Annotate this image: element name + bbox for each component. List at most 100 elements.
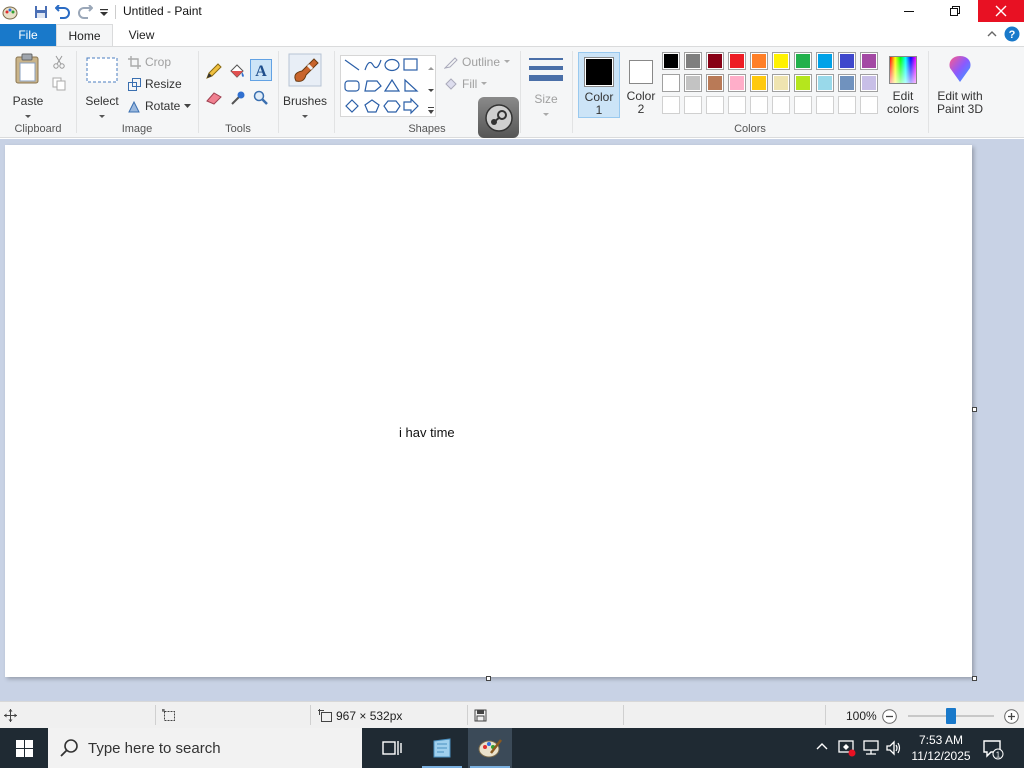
shape-line-icon[interactable] xyxy=(344,59,360,71)
palette-custom-swatch[interactable] xyxy=(860,96,878,114)
customize-toolbar-icon[interactable] xyxy=(96,4,112,20)
palette-swatch[interactable] xyxy=(750,74,768,92)
palette-swatch[interactable] xyxy=(838,74,856,92)
rotate-button[interactable]: Rotate xyxy=(128,99,192,113)
brushes-button[interactable]: Brushes xyxy=(282,51,328,118)
security-alert-icon[interactable] xyxy=(838,739,856,760)
fill-button[interactable]: Fill xyxy=(444,77,488,91)
palette-custom-swatch[interactable] xyxy=(772,96,790,114)
shape-right-triangle-icon[interactable] xyxy=(404,78,419,92)
palette-custom-swatch[interactable] xyxy=(684,96,702,114)
size-button[interactable]: Size xyxy=(526,53,566,117)
palette-custom-swatch[interactable] xyxy=(728,96,746,114)
pencil-icon[interactable] xyxy=(205,62,223,83)
color1-button[interactable]: Color 1 xyxy=(578,52,620,118)
palette-swatch[interactable] xyxy=(772,52,790,70)
resize-button[interactable]: Resize xyxy=(128,77,182,91)
eraser-icon[interactable] xyxy=(205,91,223,108)
resize-handle-corner[interactable] xyxy=(972,676,977,681)
shapes-expand-icon[interactable] xyxy=(428,104,434,118)
canvas-text[interactable]: i hav time xyxy=(399,425,455,440)
resize-handle-right[interactable] xyxy=(972,407,977,412)
palette-custom-swatch[interactable] xyxy=(794,96,812,114)
shape-polygon-icon[interactable] xyxy=(364,80,382,92)
minimize-button[interactable] xyxy=(886,0,932,22)
taskbar-app-notepad[interactable] xyxy=(420,728,464,768)
taskbar-search-box[interactable]: Type here to search xyxy=(48,728,362,768)
palette-swatch[interactable] xyxy=(772,74,790,92)
palette-swatch[interactable] xyxy=(794,52,812,70)
shape-triangle-icon[interactable] xyxy=(383,78,401,92)
select-button[interactable]: Select xyxy=(82,51,122,118)
copy-icon[interactable] xyxy=(52,77,66,94)
palette-swatch[interactable] xyxy=(706,74,724,92)
magnifier-icon[interactable] xyxy=(253,90,269,109)
tab-file[interactable]: File xyxy=(0,24,56,46)
cut-icon[interactable] xyxy=(52,55,66,72)
shape-curve-icon[interactable] xyxy=(364,59,382,71)
zoom-out-button[interactable] xyxy=(882,709,897,727)
palette-swatch[interactable] xyxy=(662,52,680,70)
color2-button[interactable]: Color 2 xyxy=(622,52,660,118)
zoom-slider[interactable] xyxy=(908,708,994,724)
redo-icon[interactable] xyxy=(77,4,93,20)
paint-app-icon[interactable] xyxy=(2,4,18,20)
zoom-slider-thumb[interactable] xyxy=(946,708,956,724)
edit-colors-button[interactable]: Edit colors xyxy=(884,52,922,118)
palette-swatch[interactable] xyxy=(816,52,834,70)
palette-swatch[interactable] xyxy=(750,52,768,70)
shape-diamond-icon[interactable] xyxy=(345,99,359,113)
shapes-scroll-up-icon[interactable] xyxy=(428,60,434,74)
edit-with-paint3d-button[interactable]: Edit with Paint 3D xyxy=(932,52,988,118)
zoom-in-button[interactable] xyxy=(1004,709,1019,727)
color-picker-icon[interactable] xyxy=(230,90,246,109)
show-hidden-icons-icon[interactable] xyxy=(815,740,829,757)
tab-home[interactable]: Home xyxy=(56,24,113,46)
palette-swatch[interactable] xyxy=(728,52,746,70)
palette-custom-swatch[interactable] xyxy=(706,96,724,114)
taskbar-app-paint[interactable] xyxy=(468,728,512,768)
palette-swatch[interactable] xyxy=(860,52,878,70)
palette-swatch[interactable] xyxy=(794,74,812,92)
taskbar-clock[interactable]: 7:53 AM 11/12/2025 xyxy=(908,732,974,764)
shape-rectangle-icon[interactable] xyxy=(403,58,418,71)
shapes-scroll-down-icon[interactable] xyxy=(428,82,434,96)
palette-swatch[interactable] xyxy=(728,74,746,92)
drawing-canvas[interactable]: i hav time xyxy=(5,145,972,677)
network-icon[interactable] xyxy=(862,739,880,760)
paste-button[interactable]: Paste xyxy=(8,51,48,118)
shape-rounded-rectangle-icon[interactable] xyxy=(344,80,360,92)
fill-bucket-icon[interactable] xyxy=(228,62,246,83)
collapse-ribbon-icon[interactable] xyxy=(986,28,998,43)
tab-view[interactable]: View xyxy=(113,24,170,46)
resize-handle-bottom[interactable] xyxy=(486,676,491,681)
palette-custom-swatch[interactable] xyxy=(750,96,768,114)
shape-hexagon-icon[interactable] xyxy=(383,100,401,113)
shape-arrow-icon[interactable] xyxy=(403,97,419,115)
palette-swatch[interactable] xyxy=(816,74,834,92)
palette-swatch[interactable] xyxy=(684,52,702,70)
palette-custom-swatch[interactable] xyxy=(816,96,834,114)
palette-swatch[interactable] xyxy=(684,74,702,92)
task-view-button[interactable] xyxy=(370,728,414,768)
save-icon[interactable] xyxy=(33,4,49,20)
palette-swatch[interactable] xyxy=(860,74,878,92)
shape-oval-icon[interactable] xyxy=(384,58,400,72)
palette-custom-swatch[interactable] xyxy=(662,96,680,114)
close-button[interactable] xyxy=(978,0,1024,22)
palette-custom-swatch[interactable] xyxy=(838,96,856,114)
palette-swatch[interactable] xyxy=(662,74,680,92)
notifications-icon[interactable]: 1 xyxy=(982,738,1004,763)
palette-swatch[interactable] xyxy=(706,52,724,70)
help-icon[interactable]: ? xyxy=(1004,26,1020,45)
crop-button[interactable]: Crop xyxy=(128,55,171,69)
text-tool-icon[interactable]: A xyxy=(250,59,272,81)
restore-button[interactable] xyxy=(932,0,978,22)
volume-icon[interactable] xyxy=(885,739,903,760)
palette-swatch[interactable] xyxy=(838,52,856,70)
undo-icon[interactable] xyxy=(55,4,71,20)
steam-icon[interactable] xyxy=(478,97,519,138)
start-button[interactable] xyxy=(0,728,48,768)
shape-pentagon-icon[interactable] xyxy=(364,99,380,113)
outline-button[interactable]: Outline xyxy=(444,55,511,69)
